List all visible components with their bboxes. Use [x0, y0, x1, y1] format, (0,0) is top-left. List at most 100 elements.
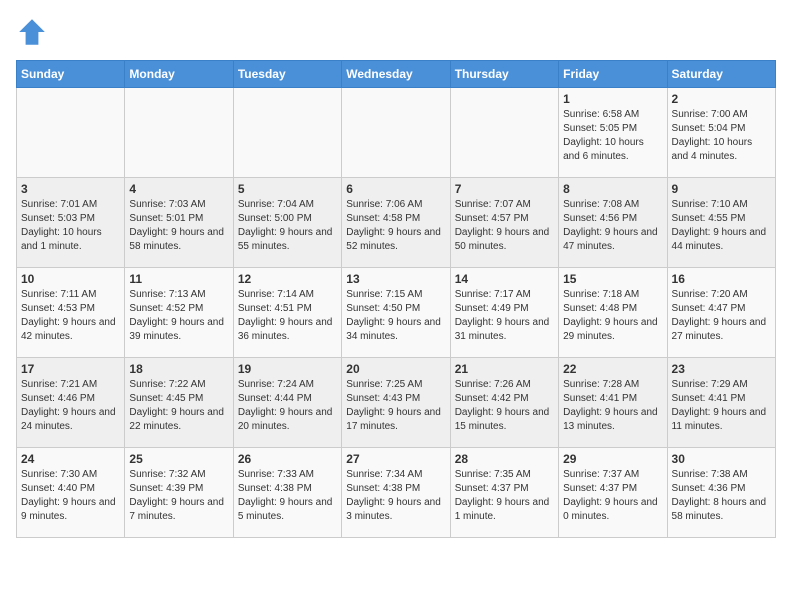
day-number: 10	[21, 272, 120, 286]
day-number: 5	[238, 182, 337, 196]
day-info: Sunrise: 7:35 AM Sunset: 4:37 PM Dayligh…	[455, 468, 554, 524]
calendar-cell: 21 Sunrise: 7:26 AM Sunset: 4:42 PM Dayli…	[450, 358, 558, 448]
day-number: 2	[672, 92, 771, 106]
day-number: 26	[238, 452, 337, 466]
calendar-cell: 3 Sunrise: 7:01 AM Sunset: 5:03 PM Daylig…	[17, 178, 125, 268]
calendar-table: SundayMondayTuesdayWednesdayThursdayFrid…	[16, 60, 776, 538]
day-number: 28	[455, 452, 554, 466]
calendar-cell: 10Sunrise: 7:11 AM Sunset: 4:53 PM Dayli…	[17, 268, 125, 358]
calendar-cell: 8 Sunrise: 7:08 AM Sunset: 4:56 PM Daylig…	[559, 178, 667, 268]
day-number: 12	[238, 272, 337, 286]
calendar-cell: 7 Sunrise: 7:07 AM Sunset: 4:57 PM Daylig…	[450, 178, 558, 268]
week-row-4: 17 Sunrise: 7:21 AM Sunset: 4:46 PM Dayli…	[17, 358, 776, 448]
day-info: Sunrise: 7:14 AM Sunset: 4:51 PM Dayligh…	[238, 288, 337, 344]
calendar-cell: 13 Sunrise: 7:15 AM Sunset: 4:50 PM Dayli…	[342, 268, 450, 358]
day-number: 11	[129, 272, 228, 286]
day-info: Sunrise: 7:29 AM Sunset: 4:41 PM Dayligh…	[672, 378, 771, 434]
day-info: Sunrise: 7:25 AM Sunset: 4:43 PM Dayligh…	[346, 378, 445, 434]
calendar-cell: 5 Sunrise: 7:04 AM Sunset: 5:00 PM Daylig…	[233, 178, 341, 268]
day-info: Sunrise: 7:04 AM Sunset: 5:00 PM Dayligh…	[238, 198, 337, 254]
calendar-cell	[342, 88, 450, 178]
day-info: Sunrise: 7:33 AM Sunset: 4:38 PM Dayligh…	[238, 468, 337, 524]
calendar-cell: 1Sunrise: 6:58 AM Sunset: 5:05 PM Daylig…	[559, 88, 667, 178]
calendar-cell	[233, 88, 341, 178]
day-number: 19	[238, 362, 337, 376]
calendar-cell: 22Sunrise: 7:28 AM Sunset: 4:41 PM Dayli…	[559, 358, 667, 448]
day-number: 6	[346, 182, 445, 196]
day-info: Sunrise: 7:01 AM Sunset: 5:03 PM Dayligh…	[21, 198, 120, 254]
day-number: 7	[455, 182, 554, 196]
day-info: Sunrise: 7:07 AM Sunset: 4:57 PM Dayligh…	[455, 198, 554, 254]
logo	[16, 16, 52, 48]
day-number: 23	[672, 362, 771, 376]
day-number: 25	[129, 452, 228, 466]
day-number: 8	[563, 182, 662, 196]
day-number: 17	[21, 362, 120, 376]
day-info: Sunrise: 7:20 AM Sunset: 4:47 PM Dayligh…	[672, 288, 771, 344]
calendar-cell: 29Sunrise: 7:37 AM Sunset: 4:37 PM Dayli…	[559, 448, 667, 538]
day-info: Sunrise: 7:17 AM Sunset: 4:49 PM Dayligh…	[455, 288, 554, 344]
logo-icon	[16, 16, 48, 48]
calendar-cell: 9 Sunrise: 7:10 AM Sunset: 4:55 PM Daylig…	[667, 178, 775, 268]
calendar-cell: 26 Sunrise: 7:33 AM Sunset: 4:38 PM Dayli…	[233, 448, 341, 538]
day-number: 30	[672, 452, 771, 466]
calendar-cell: 27 Sunrise: 7:34 AM Sunset: 4:38 PM Dayli…	[342, 448, 450, 538]
day-number: 22	[563, 362, 662, 376]
day-number: 9	[672, 182, 771, 196]
calendar-cell	[125, 88, 233, 178]
calendar-cell: 18 Sunrise: 7:22 AM Sunset: 4:45 PM Dayli…	[125, 358, 233, 448]
day-info: Sunrise: 7:06 AM Sunset: 4:58 PM Dayligh…	[346, 198, 445, 254]
week-row-5: 24Sunrise: 7:30 AM Sunset: 4:40 PM Dayli…	[17, 448, 776, 538]
day-number: 15	[563, 272, 662, 286]
day-info: Sunrise: 7:26 AM Sunset: 4:42 PM Dayligh…	[455, 378, 554, 434]
col-header-monday: Monday	[125, 61, 233, 88]
col-header-sunday: Sunday	[17, 61, 125, 88]
day-number: 18	[129, 362, 228, 376]
day-info: Sunrise: 7:03 AM Sunset: 5:01 PM Dayligh…	[129, 198, 228, 254]
week-row-3: 10Sunrise: 7:11 AM Sunset: 4:53 PM Dayli…	[17, 268, 776, 358]
calendar-cell: 15 Sunrise: 7:18 AM Sunset: 4:48 PM Dayli…	[559, 268, 667, 358]
calendar-cell	[450, 88, 558, 178]
calendar-cell: 11 Sunrise: 7:13 AM Sunset: 4:52 PM Dayli…	[125, 268, 233, 358]
calendar-cell: 19 Sunrise: 7:24 AM Sunset: 4:44 PM Dayli…	[233, 358, 341, 448]
day-info: Sunrise: 7:34 AM Sunset: 4:38 PM Dayligh…	[346, 468, 445, 524]
day-info: Sunrise: 7:13 AM Sunset: 4:52 PM Dayligh…	[129, 288, 228, 344]
day-info: Sunrise: 7:38 AM Sunset: 4:36 PM Dayligh…	[672, 468, 771, 524]
col-header-wednesday: Wednesday	[342, 61, 450, 88]
calendar-cell: 17 Sunrise: 7:21 AM Sunset: 4:46 PM Dayli…	[17, 358, 125, 448]
col-header-tuesday: Tuesday	[233, 61, 341, 88]
calendar-cell: 20Sunrise: 7:25 AM Sunset: 4:43 PM Dayli…	[342, 358, 450, 448]
calendar-cell: 30 Sunrise: 7:38 AM Sunset: 4:36 PM Dayli…	[667, 448, 775, 538]
day-info: Sunrise: 7:08 AM Sunset: 4:56 PM Dayligh…	[563, 198, 662, 254]
day-info: Sunrise: 7:24 AM Sunset: 4:44 PM Dayligh…	[238, 378, 337, 434]
col-header-friday: Friday	[559, 61, 667, 88]
calendar-cell: 28 Sunrise: 7:35 AM Sunset: 4:37 PM Dayli…	[450, 448, 558, 538]
day-info: Sunrise: 7:21 AM Sunset: 4:46 PM Dayligh…	[21, 378, 120, 434]
calendar-cell: 24Sunrise: 7:30 AM Sunset: 4:40 PM Dayli…	[17, 448, 125, 538]
day-info: Sunrise: 7:10 AM Sunset: 4:55 PM Dayligh…	[672, 198, 771, 254]
day-info: Sunrise: 7:15 AM Sunset: 4:50 PM Dayligh…	[346, 288, 445, 344]
day-number: 4	[129, 182, 228, 196]
calendar-cell: 2Sunrise: 7:00 AM Sunset: 5:04 PM Daylig…	[667, 88, 775, 178]
week-row-2: 3 Sunrise: 7:01 AM Sunset: 5:03 PM Daylig…	[17, 178, 776, 268]
day-number: 21	[455, 362, 554, 376]
day-number: 16	[672, 272, 771, 286]
day-info: Sunrise: 7:37 AM Sunset: 4:37 PM Dayligh…	[563, 468, 662, 524]
calendar-cell: 25Sunrise: 7:32 AM Sunset: 4:39 PM Dayli…	[125, 448, 233, 538]
col-header-thursday: Thursday	[450, 61, 558, 88]
day-info: Sunrise: 7:18 AM Sunset: 4:48 PM Dayligh…	[563, 288, 662, 344]
header	[16, 16, 776, 48]
day-info: Sunrise: 7:22 AM Sunset: 4:45 PM Dayligh…	[129, 378, 228, 434]
calendar-cell: 4 Sunrise: 7:03 AM Sunset: 5:01 PM Daylig…	[125, 178, 233, 268]
calendar-cell: 23 Sunrise: 7:29 AM Sunset: 4:41 PM Dayli…	[667, 358, 775, 448]
day-number: 14	[455, 272, 554, 286]
day-info: Sunrise: 6:58 AM Sunset: 5:05 PM Dayligh…	[563, 108, 662, 164]
day-number: 27	[346, 452, 445, 466]
col-header-saturday: Saturday	[667, 61, 775, 88]
calendar-cell: 16 Sunrise: 7:20 AM Sunset: 4:47 PM Dayli…	[667, 268, 775, 358]
calendar-cell: 6 Sunrise: 7:06 AM Sunset: 4:58 PM Daylig…	[342, 178, 450, 268]
day-number: 13	[346, 272, 445, 286]
header-row: SundayMondayTuesdayWednesdayThursdayFrid…	[17, 61, 776, 88]
week-row-1: 1Sunrise: 6:58 AM Sunset: 5:05 PM Daylig…	[17, 88, 776, 178]
day-number: 3	[21, 182, 120, 196]
